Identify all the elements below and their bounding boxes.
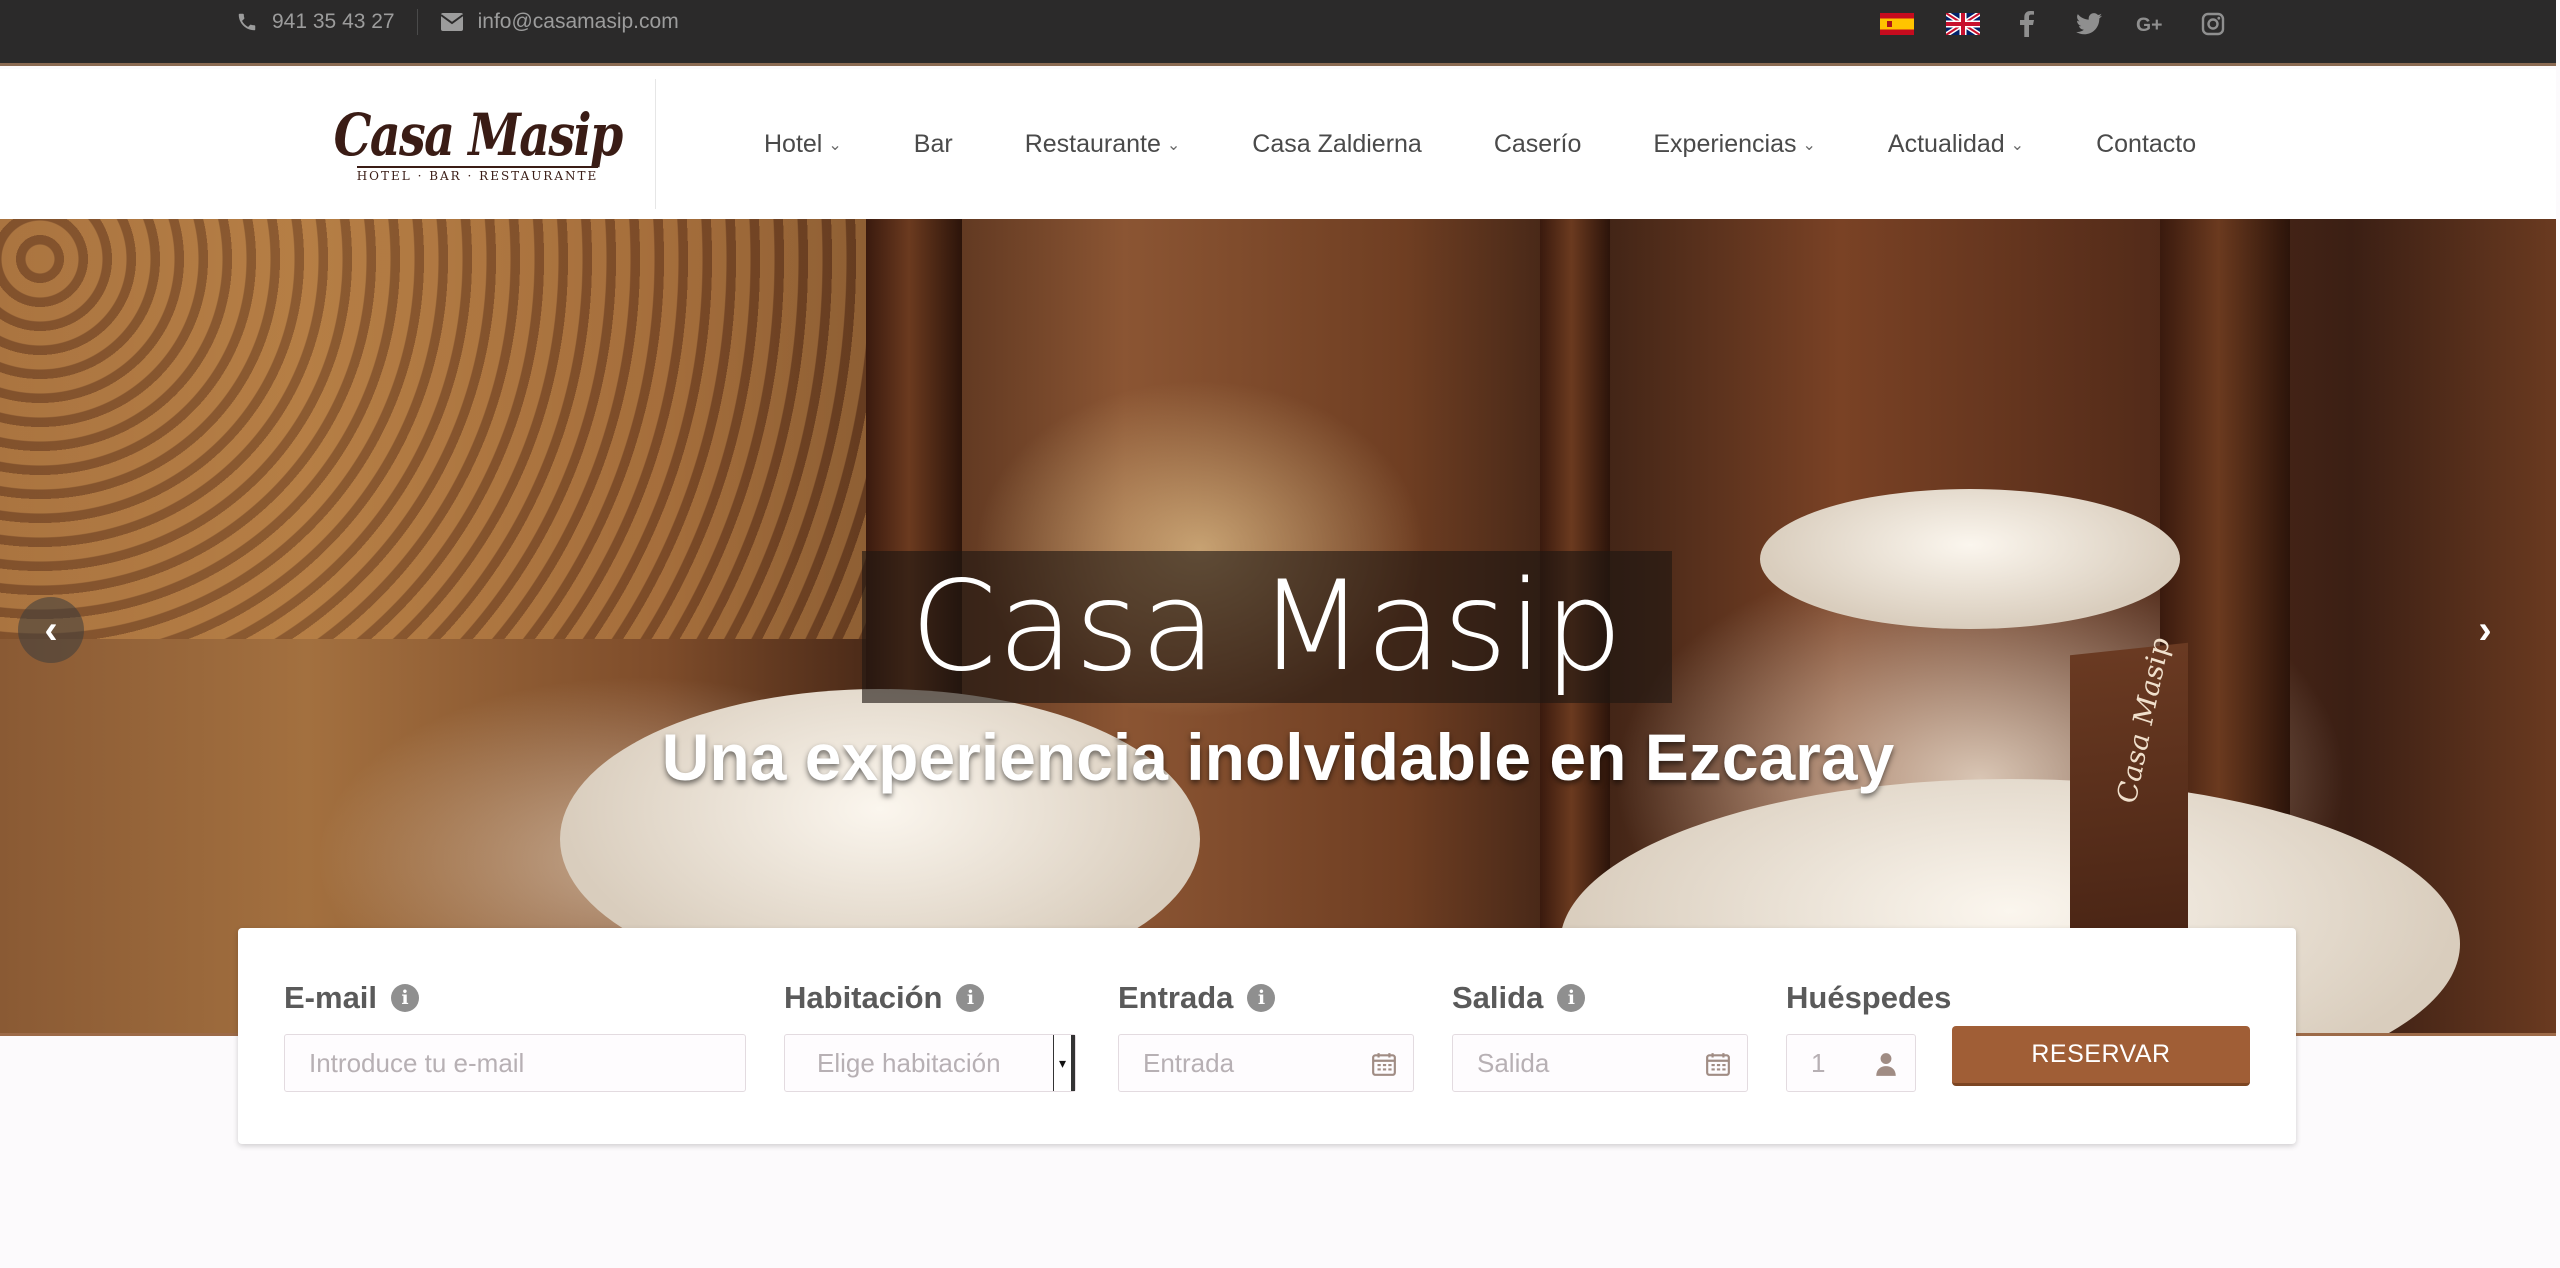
twitter-icon[interactable] xyxy=(2074,9,2104,39)
top-bar-right: G+ xyxy=(1880,0,2228,48)
chevron-down-icon: ⌄ xyxy=(2010,137,2025,154)
nav-item-hotel[interactable]: Hotel ⌄ xyxy=(764,130,842,159)
flag-uk-icon[interactable] xyxy=(1946,13,1980,35)
dining-table xyxy=(1760,489,2180,629)
logo[interactable]: Casa Masip HOTEL · BAR · RESTAURANTE xyxy=(300,79,656,209)
top-bar: 941 35 43 27 info@casamasip.com G+ xyxy=(0,0,2556,66)
nav-item-contacto[interactable]: Contacto xyxy=(2096,130,2196,159)
checkin-label: Entrada xyxy=(1118,980,1234,1015)
room-select[interactable]: Elige habitación ▾ xyxy=(784,1034,1076,1092)
chevron-down-icon: ⌄ xyxy=(1166,137,1181,154)
hero-title: Casa Masip xyxy=(910,555,1624,699)
facebook-icon[interactable] xyxy=(2012,9,2042,39)
email-label: E-mail xyxy=(284,980,378,1015)
info-icon[interactable]: i xyxy=(1247,984,1276,1012)
nav-item-actualidad[interactable]: Actualidad ⌄ xyxy=(1888,130,2024,159)
logo-wordmark: Casa Masip xyxy=(333,100,623,169)
info-icon[interactable]: i xyxy=(391,984,420,1012)
hero-background-image xyxy=(0,219,880,639)
guests-input[interactable]: 1 xyxy=(1786,1034,1916,1092)
room-label: Habitación xyxy=(784,980,943,1015)
instagram-icon[interactable] xyxy=(2198,9,2228,39)
chevron-down-icon: ⌄ xyxy=(828,137,842,154)
hero-subtitle: Una experiencia inolvidable en Ezcaray xyxy=(661,720,1895,794)
booking-form: E-mail i Introduce tu e-mail Habitación … xyxy=(238,928,2296,1144)
hero-slider: Casa Masip Casa Masip Una experiencia in… xyxy=(0,219,2556,1036)
phone-icon xyxy=(238,13,256,31)
checkin-placeholder: Entrada xyxy=(1143,1047,1235,1078)
phone-contact[interactable]: 941 35 43 27 xyxy=(236,10,395,34)
email-field-group: E-mail i Introduce tu e-mail xyxy=(284,980,746,1092)
checkin-date-input[interactable]: Entrada xyxy=(1118,1034,1414,1092)
nav-item-casa-zaldierna[interactable]: Casa Zaldierna xyxy=(1252,130,1422,159)
flag-spain-icon[interactable] xyxy=(1880,13,1914,35)
checkout-label: Salida xyxy=(1452,980,1544,1015)
checkout-date-input[interactable]: Salida xyxy=(1452,1034,1748,1092)
svg-text:G+: G+ xyxy=(2136,14,2162,35)
calendar-icon[interactable] xyxy=(1371,1051,1397,1077)
nav-item-restaurante[interactable]: Restaurante ⌄ xyxy=(1025,130,1181,159)
room-field-group: Habitación i Elige habitación ▾ xyxy=(784,980,1076,1092)
nav-item-experiencias[interactable]: Experiencias ⌄ xyxy=(1653,130,1816,159)
envelope-icon xyxy=(440,13,464,31)
phone-number: 941 35 43 27 xyxy=(272,10,395,33)
google-plus-icon[interactable]: G+ xyxy=(2136,9,2166,39)
chevron-down-icon: ⌄ xyxy=(1802,137,1816,154)
email-address: info@casamasip.com xyxy=(477,10,679,33)
main-nav: Hotel ⌄ Bar Restaurante ⌄ Casa Zaldierna C… xyxy=(764,69,2268,219)
guests-field-group: Huéspedes 1 xyxy=(1786,980,1951,1092)
calendar-icon[interactable] xyxy=(1705,1051,1731,1077)
email-input[interactable]: Introduce tu e-mail xyxy=(284,1034,746,1092)
chevron-left-icon: ‹ xyxy=(44,607,58,652)
reserve-button[interactable]: RESERVAR xyxy=(1952,1026,2250,1086)
chevron-right-icon: › xyxy=(2478,607,2492,652)
dropdown-arrow-icon[interactable]: ▾ xyxy=(1053,1035,1075,1091)
checkout-placeholder: Salida xyxy=(1477,1047,1550,1078)
info-icon[interactable]: i xyxy=(1557,984,1586,1012)
email-placeholder: Introduce tu e-mail xyxy=(309,1047,525,1078)
divider xyxy=(416,9,418,35)
user-icon xyxy=(1876,1053,1896,1076)
info-icon[interactable]: i xyxy=(956,984,985,1012)
guests-value: 1 xyxy=(1811,1047,1826,1078)
slider-prev-button[interactable]: ‹ xyxy=(18,597,84,663)
email-contact[interactable]: info@casamasip.com xyxy=(440,10,679,34)
contact-info: 941 35 43 27 info@casamasip.com xyxy=(236,0,679,44)
checkin-field-group: Entrada i Entrada xyxy=(1118,980,1414,1092)
guests-label: Huéspedes xyxy=(1786,980,1952,1015)
room-placeholder: Elige habitación xyxy=(817,1047,1001,1078)
checkout-field-group: Salida i Salida xyxy=(1452,980,1748,1092)
slider-next-button[interactable]: › xyxy=(2452,597,2518,663)
site-header: Casa Masip HOTEL · BAR · RESTAURANTE Hot… xyxy=(0,69,2556,219)
nav-item-caserio[interactable]: Caserío xyxy=(1494,130,1582,159)
nav-item-bar[interactable]: Bar xyxy=(914,130,953,159)
